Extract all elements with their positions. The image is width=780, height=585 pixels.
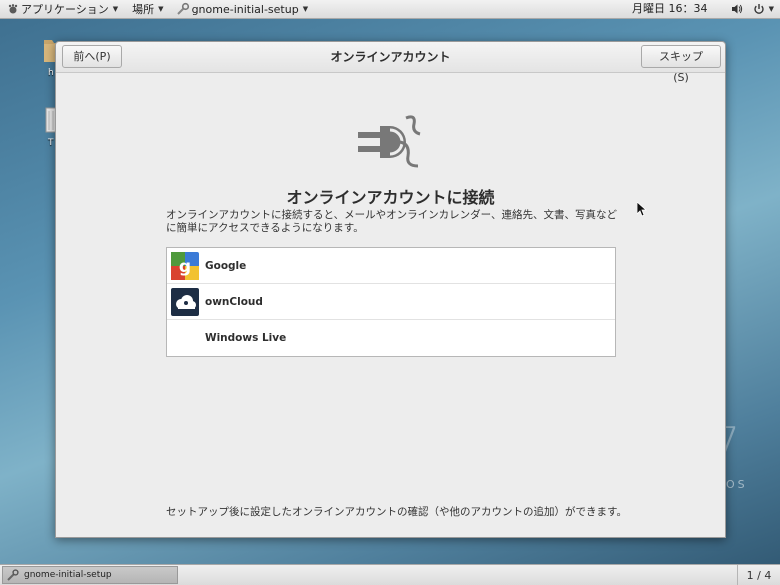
workspace-indicator[interactable]: 1 / 4 xyxy=(737,565,780,585)
account-list: g Google ownCloud Windows Live xyxy=(166,247,616,357)
clock[interactable]: 月曜日 16：34 xyxy=(632,0,708,18)
skip-button[interactable]: スキップ(S) xyxy=(641,45,721,84)
system-status[interactable]: ▼ xyxy=(731,0,774,18)
applications-menu-label: アプリケーション xyxy=(21,3,109,16)
home-folder-label: h xyxy=(48,68,54,78)
owncloud-icon xyxy=(171,288,199,316)
focused-app-label: gnome-initial-setup xyxy=(191,2,299,16)
page-heading: オンラインアカウントに接続 xyxy=(286,188,495,207)
window-title: オンラインアカウント xyxy=(330,50,451,64)
taskbar-window-label: gnome-initial-setup xyxy=(24,570,112,580)
bottom-panel: gnome-initial-setup 1 / 4 xyxy=(0,564,780,585)
account-row-google[interactable]: g Google xyxy=(167,248,615,284)
online-accounts-plug-icon xyxy=(358,115,421,168)
applications-menu[interactable]: アプリケーション ▼ xyxy=(0,0,122,18)
svg-text:g: g xyxy=(179,257,191,277)
taskbar-window-button[interactable]: gnome-initial-setup xyxy=(2,566,178,584)
top-panel: アプリケーション ▼ 場所 ▼ gnome-initial-setup ▼ 月曜… xyxy=(0,0,780,19)
power-icon xyxy=(753,4,764,14)
footnote-text: セットアップ後に設定したオンラインアカウントの確認（や他のアカウントの追加）がで… xyxy=(166,506,627,518)
chevron-down-icon: ▼ xyxy=(302,5,309,13)
google-icon: g xyxy=(171,252,199,280)
places-menu-label: 場所 xyxy=(132,3,155,16)
page-description: オンラインアカウントに接続すると、メールやオンラインカレンダー、連絡先、文書、写… xyxy=(166,209,617,234)
account-row-windows-live[interactable]: Windows Live xyxy=(167,320,615,356)
account-label: Google xyxy=(205,260,247,272)
volume-icon xyxy=(731,4,742,14)
account-label: Windows Live xyxy=(205,332,287,344)
setup-wrench-icon xyxy=(176,2,189,15)
account-row-owncloud[interactable]: ownCloud xyxy=(167,284,615,320)
initial-setup-window: 前へ(P) オンラインアカウント スキップ(S) オンラインアカウントに接続 オ… xyxy=(55,41,726,538)
gnome-foot-icon xyxy=(8,4,18,14)
chevron-down-icon: ▼ xyxy=(768,5,774,13)
focused-app-menu[interactable]: gnome-initial-setup ▼ xyxy=(172,0,313,18)
places-menu[interactable]: 場所 ▼ xyxy=(128,0,167,18)
account-label: ownCloud xyxy=(205,296,263,308)
chevron-down-icon: ▼ xyxy=(112,5,119,13)
mouse-pointer-icon xyxy=(637,202,647,217)
header-bar: 前へ(P) オンラインアカウント スキップ(S) xyxy=(56,42,725,84)
setup-wrench-icon xyxy=(7,569,19,581)
trash-label: T xyxy=(48,138,54,148)
chevron-down-icon: ▼ xyxy=(158,5,164,13)
